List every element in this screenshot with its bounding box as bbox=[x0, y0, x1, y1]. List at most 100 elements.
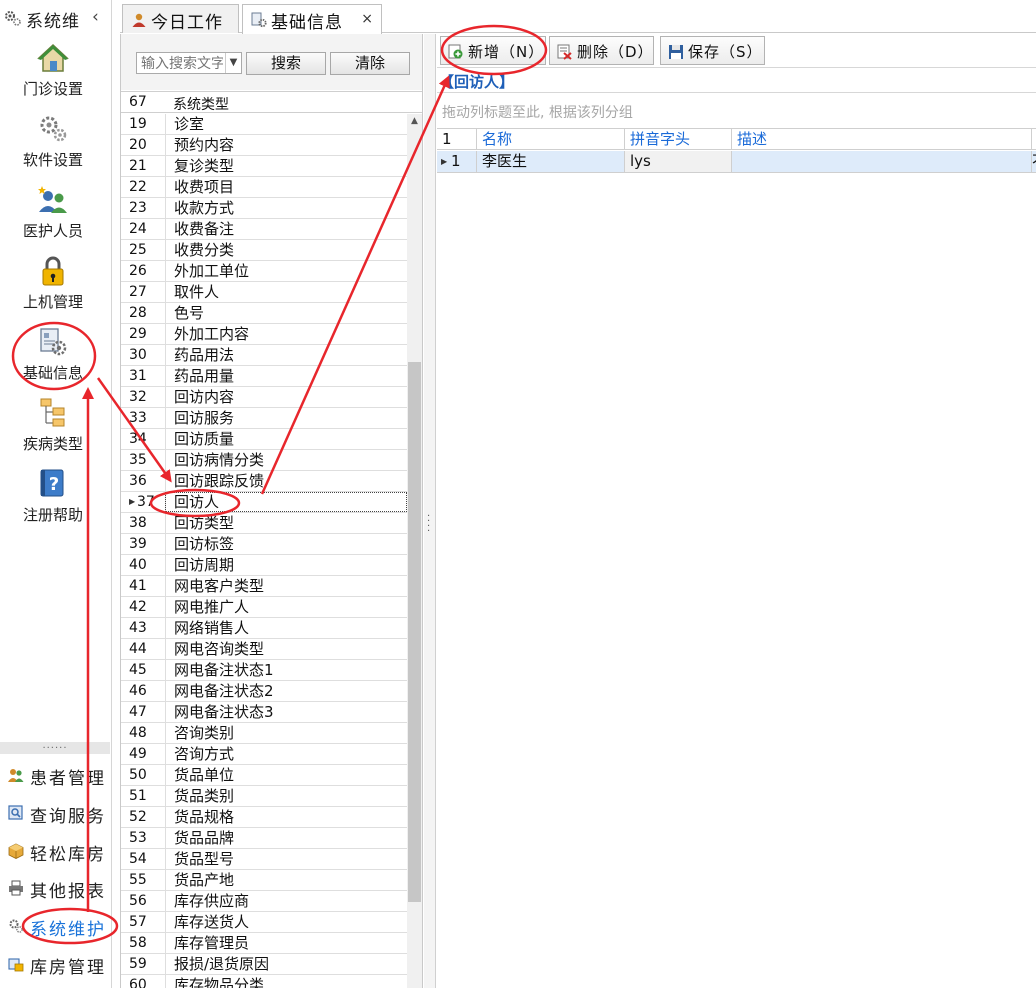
scroll-up-icon[interactable]: ▲ bbox=[407, 116, 422, 126]
nav-group-other-reports[interactable]: 其他报表 bbox=[0, 871, 112, 905]
list-item-name: 回访病情分类 bbox=[165, 450, 407, 470]
nav-group-warehouse-management[interactable]: 库房管理 bbox=[0, 947, 112, 981]
search-button[interactable]: 搜索 bbox=[246, 52, 326, 75]
grid-header-description[interactable]: 描述 bbox=[732, 129, 1032, 150]
list-item[interactable]: 53 货品品牌 bbox=[121, 828, 407, 849]
nav-item-registration-help[interactable]: ? 注册帮助 bbox=[0, 468, 106, 538]
list-item[interactable]: 21 复诊类型 bbox=[121, 156, 407, 177]
list-item[interactable]: 30 药品用法 bbox=[121, 345, 407, 366]
delete-button[interactable]: 删除（D） bbox=[549, 36, 654, 65]
save-button[interactable]: 保存（S） bbox=[660, 36, 765, 65]
add-button[interactable]: 新增（N） bbox=[440, 36, 546, 65]
list-item[interactable]: 42 网电推广人 bbox=[121, 597, 407, 618]
list-item[interactable]: 52 货品规格 bbox=[121, 807, 407, 828]
grid-header-count[interactable]: 1 bbox=[437, 129, 477, 150]
nav-item-software-settings[interactable]: 软件设置 bbox=[0, 113, 106, 183]
users-icon bbox=[38, 186, 67, 213]
nav-group-query-service[interactable]: 查询服务 bbox=[0, 796, 112, 830]
nav-group-patient-management[interactable]: 患者管理 bbox=[0, 758, 112, 792]
grid-header-pinyin[interactable]: 拼音字头 bbox=[625, 129, 732, 150]
grid-cell-pinyin[interactable]: lys bbox=[625, 151, 732, 172]
list-item[interactable]: 43 网络销售人 bbox=[121, 618, 407, 639]
grid-cell-extra[interactable]: 不 bbox=[1032, 151, 1036, 172]
nav-item-label: 注册帮助 bbox=[22, 506, 83, 524]
list-item[interactable]: 41 网电客户类型 bbox=[121, 576, 407, 597]
table-row[interactable]: ▶ 1 李医生 lys 不 bbox=[437, 151, 1036, 173]
list-item[interactable]: ▶ 37 回访人 bbox=[121, 492, 407, 513]
list-item[interactable]: 40 回访周期 bbox=[121, 555, 407, 576]
list-item[interactable]: 28 色号 bbox=[121, 303, 407, 324]
list-item[interactable]: 25 收费分类 bbox=[121, 240, 407, 261]
list-item[interactable]: 32 回访内容 bbox=[121, 387, 407, 408]
list-header[interactable]: 67 系统类型 bbox=[121, 91, 422, 113]
list-item-name: 回访类型 bbox=[165, 513, 407, 533]
nav-item-clinic-settings[interactable]: 门诊设置 bbox=[0, 42, 106, 112]
nav-item-medical-staff[interactable]: 医护人员 bbox=[0, 184, 106, 254]
nav-item-basic-info[interactable]: 基础信息 bbox=[0, 326, 106, 396]
nav-splitter-grip[interactable]: ...... bbox=[0, 741, 110, 754]
list-item[interactable]: 27 取件人 bbox=[121, 282, 407, 303]
list-scrollbar[interactable]: ▲ bbox=[407, 114, 422, 988]
list-item[interactable]: 33 回访服务 bbox=[121, 408, 407, 429]
list-item-name: 咨询方式 bbox=[165, 744, 407, 764]
list-item[interactable]: 50 货品单位 bbox=[121, 765, 407, 786]
help-icon: ? bbox=[40, 469, 64, 497]
nav-item-disease-types[interactable]: 疾病类型 bbox=[0, 397, 106, 467]
list-item-number: 41 bbox=[129, 578, 147, 594]
list-item[interactable]: 51 货品类别 bbox=[121, 786, 407, 807]
list-item[interactable]: 36 回访跟踪反馈 bbox=[121, 471, 407, 492]
chevron-down-icon[interactable]: ▼ bbox=[225, 53, 241, 73]
splitter-grip: · · · · bbox=[427, 511, 431, 537]
list-item[interactable]: 24 收费备注 bbox=[121, 219, 407, 240]
tab-basic-info[interactable]: 基础信息 × bbox=[242, 4, 382, 34]
scrollbar-thumb[interactable] bbox=[408, 362, 421, 902]
save-button-label: 保存（S） bbox=[688, 43, 763, 61]
list-item[interactable]: 46 网电备注状态2 bbox=[121, 681, 407, 702]
grid-cell-description[interactable] bbox=[732, 151, 1032, 172]
nav-collapse-button[interactable]: ‹ bbox=[92, 7, 99, 27]
grid-cell-name[interactable]: 李医生 bbox=[477, 151, 625, 172]
list-item-name: 网络销售人 bbox=[165, 618, 407, 638]
list-item[interactable]: 26 外加工单位 bbox=[121, 261, 407, 282]
list-item[interactable]: 38 回访类型 bbox=[121, 513, 407, 534]
list-item[interactable]: 55 货品产地 bbox=[121, 870, 407, 891]
list-item-number: 52 bbox=[129, 809, 147, 825]
list-item[interactable]: 58 库存管理员 bbox=[121, 933, 407, 954]
list-item[interactable]: 60 库存物品分类 bbox=[121, 975, 407, 988]
grid-header-name[interactable]: 名称 bbox=[477, 129, 625, 150]
list-item[interactable]: 31 药品用量 bbox=[121, 366, 407, 387]
nav-group-easy-warehouse[interactable]: 轻松库房 bbox=[0, 834, 112, 868]
list-item[interactable]: 47 网电备注状态3 bbox=[121, 702, 407, 723]
list-item[interactable]: 23 收款方式 bbox=[121, 198, 407, 219]
panel-splitter[interactable]: · · · · bbox=[424, 34, 436, 988]
nav-group-system-maintenance[interactable]: 系统维护 bbox=[0, 909, 112, 943]
list-item-name: 收费项目 bbox=[165, 177, 407, 197]
tree-icon bbox=[40, 398, 65, 427]
clear-button[interactable]: 清除 bbox=[330, 52, 410, 75]
list-item[interactable]: 29 外加工内容 bbox=[121, 324, 407, 345]
list-item[interactable]: 48 咨询类别 bbox=[121, 723, 407, 744]
list-item[interactable]: 57 库存送货人 bbox=[121, 912, 407, 933]
list-item[interactable]: 39 回访标签 bbox=[121, 534, 407, 555]
list-item[interactable]: 45 网电备注状态1 bbox=[121, 660, 407, 681]
list-item[interactable]: 34 回访质量 bbox=[121, 429, 407, 450]
tab-bar: 今日工作 基础信息 × bbox=[120, 0, 1036, 34]
group-by-area[interactable]: 拖动列标题至此, 根据该列分组 bbox=[437, 92, 1036, 127]
list-item-name: 网电客户类型 bbox=[165, 576, 407, 596]
list-item[interactable]: 20 预约内容 bbox=[121, 135, 407, 156]
list-item[interactable]: 56 库存供应商 bbox=[121, 891, 407, 912]
tab-today-work[interactable]: 今日工作 bbox=[122, 4, 239, 33]
list-item-name: 咨询类别 bbox=[165, 723, 407, 743]
list-item-name: 库存管理员 bbox=[165, 933, 407, 953]
list-item[interactable]: 44 网电咨询类型 bbox=[121, 639, 407, 660]
tab-close-icon[interactable]: × bbox=[361, 11, 373, 27]
list-item[interactable]: 54 货品型号 bbox=[121, 849, 407, 870]
list-item[interactable]: 35 回访病情分类 bbox=[121, 450, 407, 471]
list-item-number: 59 bbox=[129, 956, 147, 972]
list-item[interactable]: 22 收费项目 bbox=[121, 177, 407, 198]
list-item[interactable]: 49 咨询方式 bbox=[121, 744, 407, 765]
list-item[interactable]: 19 诊室 bbox=[121, 114, 407, 135]
grid-header-extra[interactable]: 是 bbox=[1032, 129, 1036, 150]
nav-item-login-management[interactable]: 上机管理 bbox=[0, 255, 106, 325]
list-item[interactable]: 59 报损/退货原因 bbox=[121, 954, 407, 975]
